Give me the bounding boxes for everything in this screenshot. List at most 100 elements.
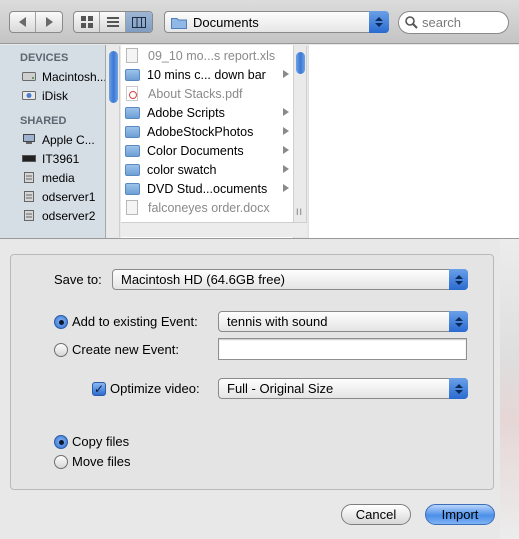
chevron-right-icon (283, 127, 289, 135)
display-icon (22, 155, 36, 162)
file-name: Color Documents (147, 143, 244, 158)
add-existing-radio[interactable] (54, 315, 68, 329)
import-options-panel: Save to: Macintosh HD (64.6GB free) Add … (10, 254, 494, 490)
new-event-field[interactable] (218, 338, 467, 360)
existing-event-value: tennis with sound (227, 314, 328, 329)
server-icon (24, 191, 34, 202)
list-item[interactable]: AdobeStockPhotos (121, 122, 293, 141)
horizontal-scrollbar[interactable] (121, 222, 307, 237)
view-mode-control (73, 11, 153, 33)
popup-arrows-icon (449, 378, 468, 399)
create-new-label: Create new Event: (72, 342, 179, 357)
icon-view-button[interactable] (74, 12, 100, 32)
existing-event-popup[interactable]: tennis with sound (218, 311, 468, 332)
chevron-right-icon (283, 146, 289, 154)
sidebar-item-apple-computer[interactable]: Apple C... (0, 130, 105, 149)
optimize-video-label: Optimize video: (110, 381, 200, 396)
back-arrow-icon (19, 17, 26, 27)
icon-view-icon (80, 16, 93, 28)
location-popup[interactable]: Documents (164, 11, 389, 33)
list-item[interactable]: About Stacks.pdf (121, 84, 293, 103)
file-name: AdobeStockPhotos (147, 124, 254, 139)
folder-icon (125, 163, 140, 176)
server-icon (24, 210, 34, 221)
folder-icon (125, 182, 140, 195)
folder-icon (125, 68, 140, 81)
sidebar-item-media[interactable]: media (0, 168, 105, 187)
sidebar-scroll-thumb[interactable] (109, 51, 118, 103)
import-button[interactable]: Import (425, 504, 495, 525)
file-name: DVD Stud...ocuments (147, 181, 268, 196)
list-item[interactable]: DVD Stud...ocuments (121, 179, 293, 198)
column-view-button[interactable] (126, 12, 152, 32)
server-icon (24, 172, 34, 183)
hard-drive-icon (22, 72, 36, 81)
search-icon (405, 16, 418, 29)
sidebar-item-macintosh-hd[interactable]: Macintosh... (0, 67, 105, 86)
pdf-icon (126, 86, 138, 101)
popup-arrows-icon (449, 311, 468, 332)
chevron-right-icon (283, 165, 289, 173)
sidebar-header-shared: SHARED (20, 115, 67, 127)
preview-column (308, 45, 519, 238)
move-files-radio[interactable] (54, 455, 68, 469)
copy-files-label: Copy files (72, 434, 130, 449)
save-to-label: Save to: (54, 272, 102, 287)
sidebar-item-idisk[interactable]: iDisk (0, 86, 105, 105)
column-resize-grip[interactable]: II (296, 207, 303, 217)
add-existing-label: Add to existing Event: (72, 314, 198, 329)
file-name: 09_10 mo...s report.xls (148, 48, 276, 63)
divider (0, 238, 519, 239)
file-name: falconeyes order.docx (148, 200, 270, 215)
list-item[interactable]: Color Documents (121, 141, 293, 160)
sidebar-item-label: odserver1 (42, 189, 96, 204)
save-to-value: Macintosh HD (64.6GB free) (121, 272, 286, 287)
chevron-right-icon (283, 108, 289, 116)
location-label: Documents (193, 14, 259, 30)
list-item[interactable]: 09_10 mo...s report.xls (121, 46, 293, 65)
back-button[interactable] (10, 12, 36, 32)
copy-files-radio[interactable] (54, 435, 68, 449)
list-item[interactable]: color swatch (121, 160, 293, 179)
background-window (500, 239, 519, 539)
sidebar-scrollbar[interactable] (107, 46, 120, 237)
file-column-scroll-thumb[interactable] (296, 52, 305, 74)
folder-icon (171, 17, 187, 29)
sidebar-item-odserver2[interactable]: odserver2 (0, 206, 105, 225)
file-name: color swatch (147, 162, 217, 177)
sidebar-item-label: iDisk (42, 88, 68, 103)
list-view-icon (106, 17, 119, 27)
chevron-right-icon (283, 184, 289, 192)
folder-icon (125, 144, 140, 157)
list-item[interactable]: 10 mins c... down bar (121, 65, 293, 84)
sidebar-item-label: odserver2 (42, 208, 96, 223)
forward-arrow-icon (45, 17, 53, 27)
search-field[interactable] (398, 11, 509, 34)
column-view-icon (132, 16, 146, 28)
back-forward-control (9, 11, 63, 33)
sidebar: DEVICES Macintosh... iDisk SHARED Apple … (0, 45, 106, 238)
forward-button[interactable] (36, 12, 62, 32)
sidebar-item-odserver1[interactable]: odserver1 (0, 187, 105, 206)
optimize-video-value: Full - Original Size (227, 381, 334, 396)
idisk-icon (22, 91, 36, 100)
sidebar-item-it3961[interactable]: IT3961 (0, 149, 105, 168)
file-column: 09_10 mo...s report.xls 10 mins c... dow… (121, 45, 294, 238)
popup-arrows-icon (449, 269, 468, 290)
chevron-right-icon (283, 70, 289, 78)
sidebar-item-label: Apple C... (42, 132, 95, 147)
sidebar-header-devices: DEVICES (20, 52, 69, 64)
save-to-popup[interactable]: Macintosh HD (64.6GB free) (112, 269, 468, 290)
optimize-video-popup[interactable]: Full - Original Size (218, 378, 468, 399)
file-name: 10 mins c... down bar (147, 67, 266, 82)
sidebar-item-label: Macintosh... (42, 69, 105, 84)
cancel-button[interactable]: Cancel (341, 504, 411, 525)
create-new-radio[interactable] (54, 343, 68, 357)
list-item[interactable]: Adobe Scripts (121, 103, 293, 122)
search-input[interactable] (422, 15, 502, 30)
list-item[interactable]: falconeyes order.docx (121, 198, 293, 217)
sidebar-item-label: IT3961 (42, 151, 80, 166)
optimize-video-checkbox[interactable]: ✓ (92, 382, 106, 396)
list-view-button[interactable] (100, 12, 126, 32)
popup-arrows-icon (369, 11, 389, 33)
